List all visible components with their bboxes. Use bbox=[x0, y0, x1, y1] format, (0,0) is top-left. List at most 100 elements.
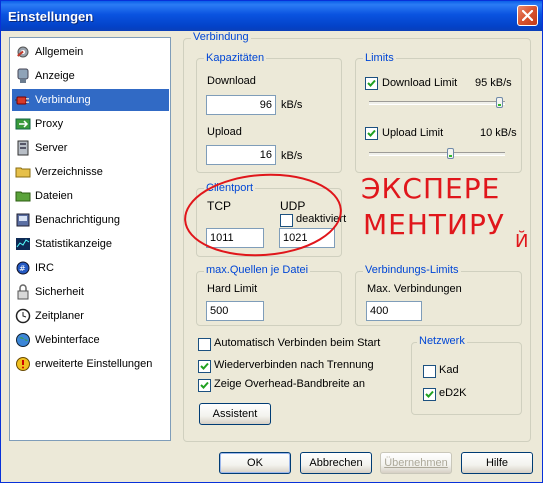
nav-label: Allgemein bbox=[35, 46, 84, 58]
gear-wrench-icon bbox=[15, 44, 32, 60]
cancel-button-label: Abbrechen bbox=[309, 457, 363, 469]
checkmark-icon bbox=[200, 362, 209, 370]
reconnect-label: Wiederverbinden nach Trennung bbox=[214, 359, 374, 371]
help-button[interactable]: Hilfe bbox=[461, 452, 533, 474]
nav-label: Server bbox=[35, 142, 68, 154]
nav-item-statistikanzeige[interactable]: Statistikanzeige bbox=[12, 233, 169, 255]
ed2k-label: eD2K bbox=[439, 387, 467, 399]
close-button[interactable] bbox=[517, 5, 538, 26]
checkmark-icon bbox=[367, 79, 376, 87]
upload-label: Upload bbox=[207, 126, 242, 138]
netzwerk-group bbox=[411, 342, 522, 415]
assistant-button[interactable]: Assistent bbox=[199, 403, 271, 425]
svg-text:#: # bbox=[19, 264, 26, 273]
max-connections-input[interactable]: 400 bbox=[366, 301, 422, 321]
download-limit-slider[interactable] bbox=[369, 101, 505, 105]
nav-item-proxy[interactable]: Proxy bbox=[12, 113, 169, 135]
checkmark-icon bbox=[200, 381, 209, 389]
nav-label: Verzeichnisse bbox=[35, 166, 103, 178]
overhead-checkbox[interactable] bbox=[198, 379, 211, 392]
nav-label: Anzeige bbox=[35, 70, 75, 82]
upload-unit: kB/s bbox=[281, 150, 303, 162]
nav-item-server[interactable]: Server bbox=[12, 137, 169, 159]
download-capacity-input[interactable]: 96 bbox=[206, 95, 276, 115]
hard-limit-input[interactable]: 500 bbox=[206, 301, 264, 321]
nav-item-dateien[interactable]: Dateien bbox=[12, 185, 169, 207]
verbindungs-limits-title: Verbindungs-Limits bbox=[363, 264, 461, 276]
proxy-icon bbox=[15, 116, 32, 132]
category-list[interactable]: Allgemein Anzeige Verbindung Proxy Serve… bbox=[9, 37, 171, 441]
connection-plug-icon bbox=[15, 92, 32, 108]
download-limit-checkbox[interactable] bbox=[365, 77, 378, 90]
upload-limit-slider-thumb[interactable] bbox=[447, 148, 454, 159]
nav-item-irc[interactable]: # IRC bbox=[12, 257, 169, 279]
kad-checkbox[interactable] bbox=[423, 365, 436, 378]
ok-button-label: OK bbox=[247, 457, 263, 469]
nav-label: Verbindung bbox=[35, 94, 91, 106]
nav-label: Sicherheit bbox=[35, 286, 84, 298]
hard-limit-label: Hard Limit bbox=[207, 283, 258, 295]
nav-label: Dateien bbox=[35, 190, 73, 202]
nav-label: Statistikanzeige bbox=[35, 238, 113, 250]
overhead-label: Zeige Overhead-Bandbreite an bbox=[214, 378, 366, 390]
upload-limit-label: Upload Limit bbox=[382, 127, 444, 139]
window-title: Einstellungen bbox=[8, 9, 94, 24]
verbindung-group-title: Verbindung bbox=[191, 31, 251, 43]
warning-icon bbox=[15, 356, 32, 372]
nav-item-sicherheit[interactable]: Sicherheit bbox=[12, 281, 169, 303]
upload-limit-slider[interactable] bbox=[369, 152, 505, 156]
nav-label: Zeitplaner bbox=[35, 310, 84, 322]
folder-icon bbox=[15, 164, 32, 180]
red-circle-annotation bbox=[184, 173, 342, 257]
statistics-icon bbox=[15, 236, 32, 252]
server-icon bbox=[15, 140, 32, 156]
nav-item-benachrichtigung[interactable]: Benachrichtigung bbox=[12, 209, 169, 231]
notification-icon bbox=[15, 212, 32, 228]
checkmark-icon bbox=[425, 390, 434, 398]
upload-limit-value: 10 kB/s bbox=[480, 127, 517, 139]
close-icon bbox=[522, 10, 533, 21]
annotation-line1: ЭКСПЕРЕ bbox=[361, 172, 501, 205]
title-bar[interactable]: Einstellungen bbox=[1, 1, 542, 31]
apply-button-label: Übernehmen bbox=[384, 457, 448, 469]
ed2k-checkbox[interactable] bbox=[423, 388, 436, 401]
apply-button[interactable]: Übernehmen bbox=[380, 452, 452, 474]
nav-item-anzeige[interactable]: Anzeige bbox=[12, 65, 169, 87]
checkmark-icon bbox=[367, 129, 376, 137]
nav-item-zeitplaner[interactable]: Zeitplaner bbox=[12, 305, 169, 327]
nav-label: erweiterte Einstellungen bbox=[35, 358, 153, 370]
nav-label: Proxy bbox=[35, 118, 64, 130]
nav-item-erweiterte-einstellungen[interactable]: erweiterte Einstellungen bbox=[12, 353, 169, 375]
upload-capacity-input[interactable]: 16 bbox=[206, 145, 276, 165]
nav-label: IRC bbox=[35, 262, 54, 274]
ok-button[interactable]: OK bbox=[219, 452, 291, 474]
limits-title: Limits bbox=[363, 52, 396, 64]
nav-item-verbindung[interactable]: Verbindung bbox=[12, 89, 169, 111]
auto-connect-checkbox[interactable] bbox=[198, 338, 211, 351]
netzwerk-title: Netzwerk bbox=[417, 335, 467, 347]
help-button-label: Hilfe bbox=[485, 457, 508, 469]
download-label: Download bbox=[207, 75, 256, 87]
download-limit-label: Download Limit bbox=[382, 77, 458, 89]
reconnect-checkbox[interactable] bbox=[198, 360, 211, 373]
nav-item-verzeichnisse[interactable]: Verzeichnisse bbox=[12, 161, 169, 183]
upload-limit-checkbox[interactable] bbox=[365, 127, 378, 140]
kapazitaeten-title: Kapazitäten bbox=[204, 52, 267, 64]
kad-label: Kad bbox=[439, 364, 459, 376]
lock-icon bbox=[15, 284, 32, 300]
download-unit: kB/s bbox=[281, 99, 303, 111]
download-limit-slider-thumb[interactable] bbox=[496, 97, 503, 108]
settings-dialog: Einstellungen Allgemein Anzeige Verbindu… bbox=[0, 0, 543, 483]
nav-item-webinterface[interactable]: Webinterface bbox=[12, 329, 169, 351]
globe-icon bbox=[15, 332, 32, 348]
max-connections-label: Max. Verbindungen bbox=[367, 283, 462, 295]
assistant-button-label: Assistent bbox=[212, 408, 258, 420]
max-quellen-title: max.Quellen je Datei bbox=[204, 264, 311, 276]
nav-item-allgemein[interactable]: Allgemein bbox=[12, 41, 169, 63]
nav-label: Benachrichtigung bbox=[35, 214, 121, 226]
files-icon bbox=[15, 188, 32, 204]
cancel-button[interactable]: Abbrechen bbox=[300, 452, 372, 474]
nav-label: Webinterface bbox=[35, 334, 100, 346]
auto-connect-label: Automatisch Verbinden beim Start bbox=[214, 337, 381, 349]
display-icon bbox=[15, 68, 32, 84]
